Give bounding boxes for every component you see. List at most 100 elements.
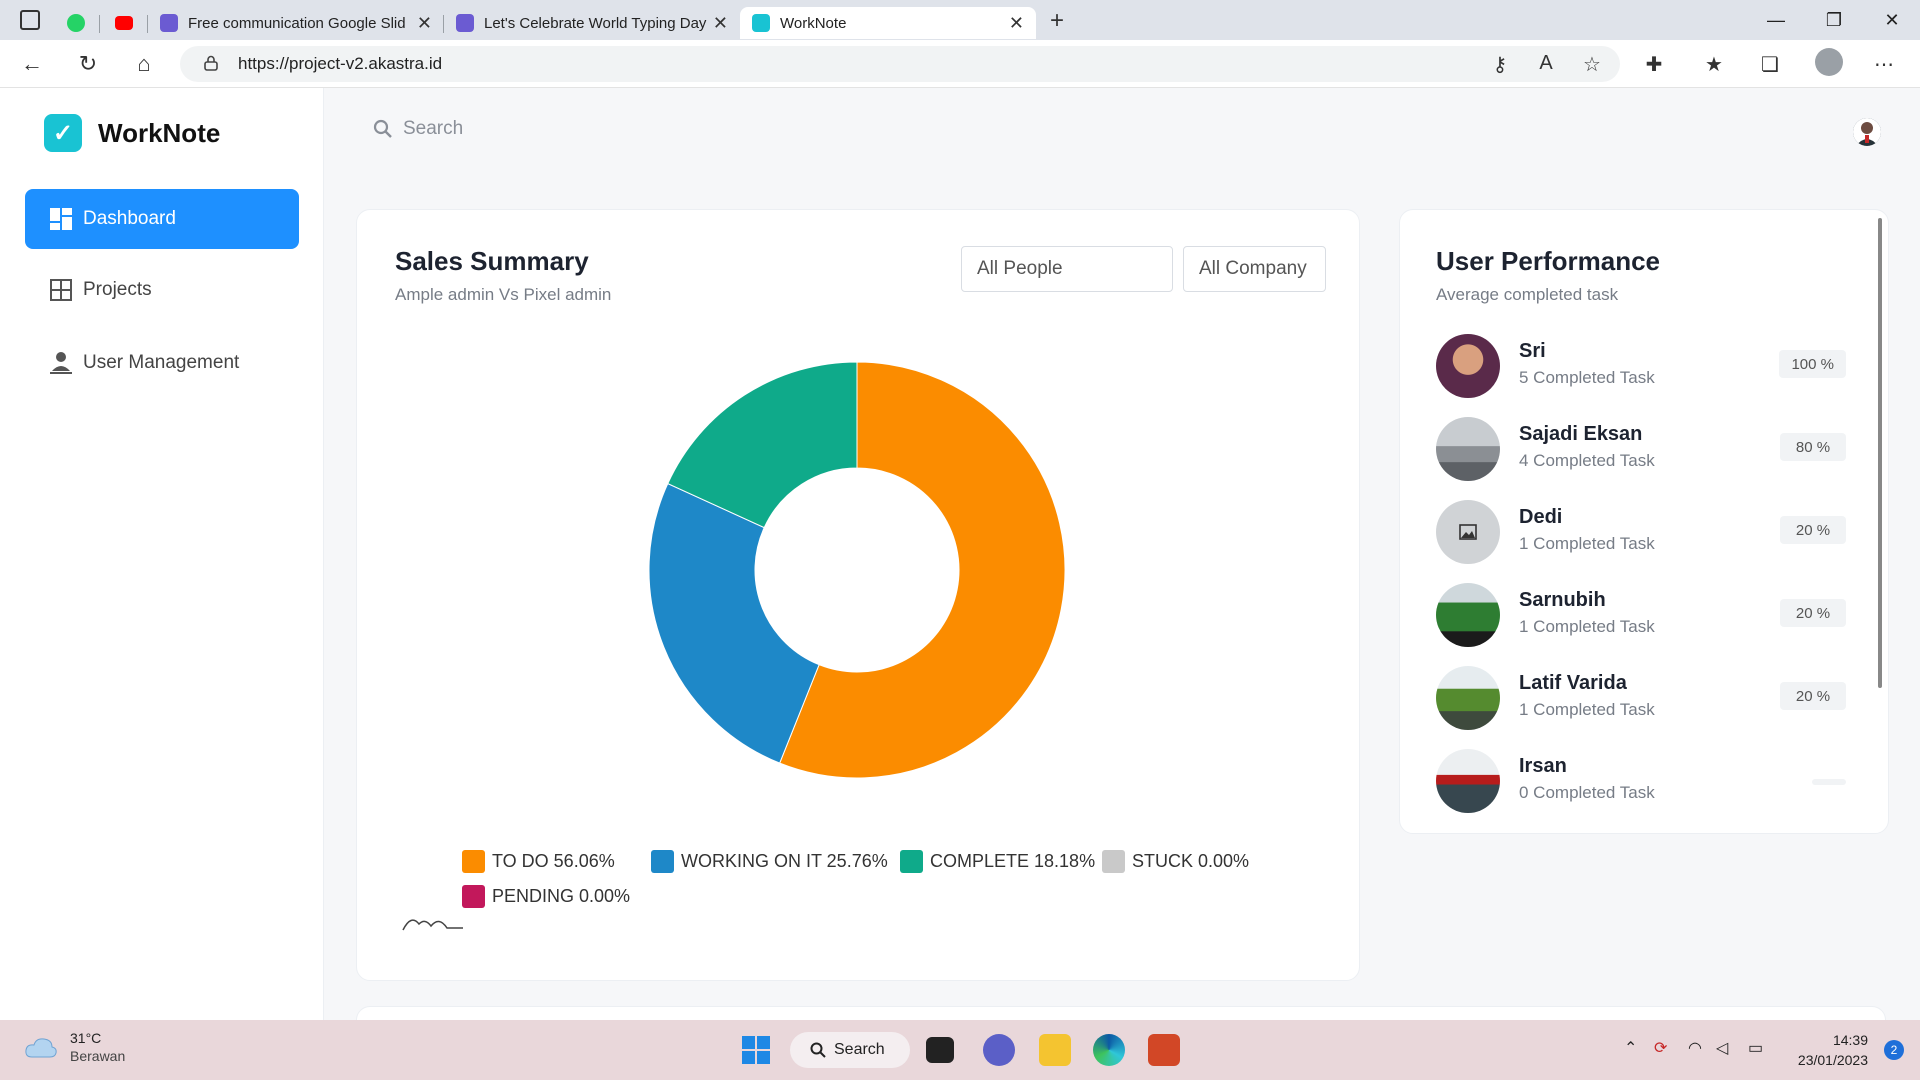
chat-icon[interactable] xyxy=(983,1034,1015,1066)
close-tab-icon[interactable]: ✕ xyxy=(1009,13,1024,34)
legend-label: TO DO 56.06% xyxy=(492,851,615,871)
minimize-button[interactable]: — xyxy=(1748,0,1804,40)
legend-swatch xyxy=(462,885,485,908)
donut-chart xyxy=(648,361,1066,779)
extensions-icon[interactable]: ✚ xyxy=(1642,52,1666,77)
sidebar-item-label: User Management xyxy=(83,352,240,373)
weather-widget[interactable]: 31°C Berawan xyxy=(24,1030,125,1064)
notification-badge[interactable]: 2 xyxy=(1884,1040,1904,1060)
battery-icon[interactable]: ▭ xyxy=(1748,1038,1763,1058)
avatar xyxy=(1436,749,1500,813)
home-button[interactable]: ⌂ xyxy=(124,44,164,84)
temperature: 31°C xyxy=(70,1030,102,1046)
key-icon[interactable]: ⚷ xyxy=(1488,52,1512,77)
user-task-count: 1 Completed Task xyxy=(1519,534,1655,553)
people-filter[interactable]: All People xyxy=(961,246,1173,292)
edge-browser-icon[interactable] xyxy=(1093,1034,1125,1066)
brand-logo[interactable]: ✓ WorkNote xyxy=(44,114,220,152)
show-hidden-icons-icon[interactable]: ⌃ xyxy=(1624,1038,1637,1058)
scrollbar[interactable] xyxy=(1878,218,1882,688)
weather-desc: Berawan xyxy=(70,1048,126,1064)
task-view-icon[interactable] xyxy=(926,1037,954,1063)
tab-label: WorkNote xyxy=(780,14,847,32)
powerpoint-icon[interactable] xyxy=(1148,1034,1180,1066)
wifi-icon[interactable]: ◠ xyxy=(1688,1038,1702,1058)
more-menu-icon[interactable]: ⋯ xyxy=(1872,52,1896,77)
browser-tab-bar: Free communication Google Slid ✕ Let's C… xyxy=(0,0,1920,40)
legend-item-todo[interactable]: TO DO 56.06% xyxy=(462,850,615,873)
grid-icon xyxy=(49,278,73,302)
clock[interactable]: 14:39 23/01/2023 xyxy=(1798,1030,1868,1070)
brand-name: WorkNote xyxy=(98,117,221,148)
user-row-irsan[interactable]: Irsan 0 Completed Task xyxy=(1436,749,1846,819)
tab-typing-day[interactable]: Let's Celebrate World Typing Day ✕ xyxy=(444,7,740,39)
sidebar-item-dashboard[interactable]: Dashboard xyxy=(25,189,299,249)
profile-icon[interactable] xyxy=(1815,48,1843,76)
user-row-dedi[interactable]: Dedi 1 Completed Task 20 % xyxy=(1436,500,1846,570)
legend-item-working[interactable]: WORKING ON IT 25.76% xyxy=(651,850,888,873)
user-row-sri[interactable]: Sri 5 Completed Task 100 % xyxy=(1436,334,1846,404)
back-button[interactable]: ← xyxy=(12,44,52,84)
user-row-sajadi-eksan[interactable]: Sajadi Eksan 4 Completed Task 80 % xyxy=(1436,417,1846,487)
sidebar: ✓ WorkNote Dashboard Projects User Manag… xyxy=(0,88,324,1020)
file-explorer-icon[interactable] xyxy=(1039,1034,1071,1066)
volume-icon[interactable]: ◁ xyxy=(1716,1038,1728,1058)
cloud-icon xyxy=(25,1038,57,1058)
tab-google-slides[interactable]: Free communication Google Slid ✕ xyxy=(148,7,444,39)
user-task-count: 1 Completed Task xyxy=(1519,700,1655,719)
search-bar[interactable]: Search xyxy=(373,118,463,140)
update-icon[interactable]: ⟳ xyxy=(1654,1038,1667,1058)
legend-item-complete[interactable]: COMPLETE 18.18% xyxy=(900,850,1095,873)
close-tab-icon[interactable]: ✕ xyxy=(417,13,432,34)
slides-icon xyxy=(456,14,474,32)
user-name: Sajadi Eksan xyxy=(1519,423,1643,445)
close-tab-icon[interactable]: ✕ xyxy=(713,13,728,34)
card-title: User Performance xyxy=(1436,246,1660,276)
date: 23/01/2023 xyxy=(1797,1052,1868,1068)
tab-actions-icon[interactable] xyxy=(20,10,40,30)
sidebar-item-user-management[interactable]: User Management xyxy=(25,333,299,393)
refresh-button[interactable]: ↻ xyxy=(68,44,108,84)
card-subtitle: Ample admin Vs Pixel admin xyxy=(395,285,612,304)
percent-badge: 20 % xyxy=(1780,599,1846,627)
user-row-latif-varida[interactable]: Latif Varida 1 Completed Task 20 % xyxy=(1436,666,1846,736)
url-text: https://project-v2.akastra.id xyxy=(238,54,443,73)
restore-button[interactable]: ❐ xyxy=(1806,0,1862,40)
url-field[interactable]: https://project-v2.akastra.id xyxy=(180,46,1620,82)
add-favorite-icon[interactable]: ☆ xyxy=(1580,52,1604,77)
card-subtitle: Average completed task xyxy=(1436,285,1619,304)
company-filter[interactable]: All Company xyxy=(1183,246,1326,292)
taskbar-search[interactable]: Search xyxy=(790,1032,910,1068)
user-avatar[interactable] xyxy=(1853,118,1881,146)
favorites-icon[interactable]: ★ xyxy=(1702,52,1726,77)
percent-badge: 80 % xyxy=(1780,433,1846,461)
new-tab-button[interactable]: + xyxy=(1050,7,1064,35)
legend-label: WORKING ON IT 25.76% xyxy=(681,851,888,871)
user-name: Sri xyxy=(1519,340,1546,362)
tab-worknote[interactable]: WorkNote ✕ xyxy=(740,7,1036,39)
user-task-count: 0 Completed Task xyxy=(1519,783,1655,802)
collections-icon[interactable]: ❏ xyxy=(1758,52,1782,77)
whatsapp-icon xyxy=(67,14,85,32)
user-task-count: 1 Completed Task xyxy=(1519,617,1655,636)
image-placeholder-icon xyxy=(1436,500,1500,564)
tab-youtube[interactable] xyxy=(100,7,148,39)
legend-item-stuck[interactable]: STUCK 0.00% xyxy=(1102,850,1249,873)
read-aloud-icon[interactable]: A xyxy=(1534,52,1558,75)
donut-slice-working-on-it[interactable] xyxy=(648,482,820,764)
user-name: Sarnubih xyxy=(1519,589,1606,611)
sidebar-item-label: Dashboard xyxy=(83,208,176,229)
worknote-logo-icon: ✓ xyxy=(44,114,82,152)
dashboard-icon xyxy=(49,207,73,231)
user-row-sarnubih[interactable]: Sarnubih 1 Completed Task 20 % xyxy=(1436,583,1846,653)
close-window-button[interactable]: ✕ xyxy=(1864,0,1920,40)
user-performance-card: User Performance Average completed task … xyxy=(1399,209,1889,834)
legend-item-pending[interactable]: PENDING 0.00% xyxy=(462,885,630,908)
slides-icon xyxy=(160,14,178,32)
windows-start-icon[interactable] xyxy=(740,1034,772,1066)
sidebar-item-projects[interactable]: Projects xyxy=(25,260,299,320)
percent-badge xyxy=(1812,779,1846,785)
tab-whatsapp[interactable] xyxy=(52,7,100,39)
percent-badge: 20 % xyxy=(1780,682,1846,710)
filter-value: All People xyxy=(977,258,1063,279)
